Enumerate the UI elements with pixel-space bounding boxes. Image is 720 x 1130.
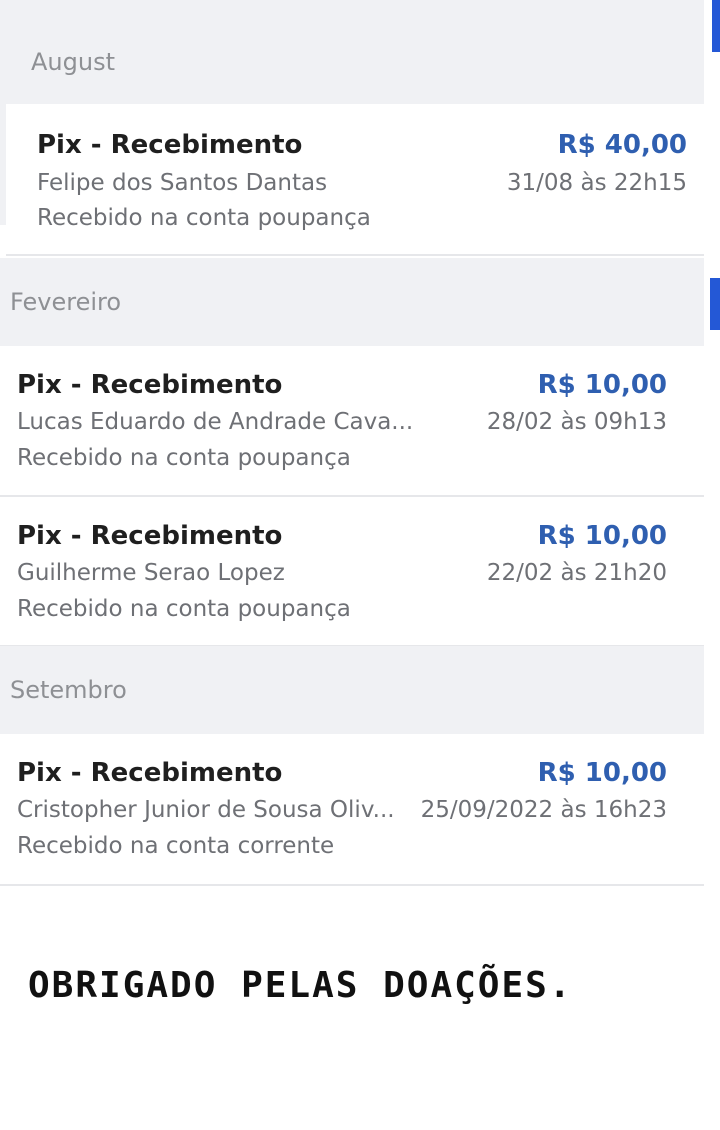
transaction-row[interactable]: Pix - Recebimento R$ 40,00 Felipe dos Sa… [6,104,704,256]
transaction-sender: Guilherme Serao Lopez [17,560,285,586]
section-header: Setembro [0,646,704,734]
transaction-sender: Lucas Eduardo de Andrade Cava... [17,409,414,435]
transaction-title: Pix - Recebimento [17,370,283,400]
transaction-date: 25/09/2022 às 16h23 [420,797,667,823]
section-setembro: Setembro Pix - Recebimento R$ 10,00 Cris… [0,646,704,886]
transaction-account: Recebido na conta poupança [17,445,351,471]
section-header: Fevereiro [0,258,704,346]
transaction-row[interactable]: Pix - Recebimento R$ 10,00 Cristopher Ju… [0,734,704,886]
section-header-label: August [31,48,115,76]
transaction-date: 28/02 às 09h13 [486,409,667,435]
transaction-row[interactable]: Pix - Recebimento R$ 10,00 Lucas Eduardo… [0,346,704,497]
transaction-title: Pix - Recebimento [17,521,283,551]
transaction-sender: Felipe dos Santos Dantas [37,170,328,196]
section-header: August [6,0,704,104]
transaction-amount: R$ 10,00 [537,370,667,400]
section-header-label: Fevereiro [10,288,122,316]
scroll-accent-top [712,0,720,52]
section-fevereiro: Fevereiro Pix - Recebimento R$ 10,00 Luc… [0,258,704,647]
transaction-date: 31/08 às 22h15 [506,170,687,196]
transaction-account: Recebido na conta poupança [17,596,351,622]
transaction-amount: R$ 40,00 [557,130,687,160]
transaction-title: Pix - Recebimento [17,758,283,788]
thank-you-note: Obrigado pelas doações. [28,965,573,1006]
transaction-amount: R$ 10,00 [537,758,667,788]
transaction-account: Recebido na conta corrente [17,833,335,859]
section-header-label: Setembro [10,676,127,704]
section-august: August Pix - Recebimento R$ 40,00 Felipe… [6,0,704,256]
transaction-row[interactable]: Pix - Recebimento R$ 10,00 Guilherme Ser… [0,497,704,647]
transaction-account: Recebido na conta poupança [37,205,371,231]
transaction-date: 22/02 às 21h20 [486,560,667,586]
scroll-accent-middle [710,278,720,330]
transaction-sender: Cristopher Junior de Sousa Oliv... [17,797,395,823]
transaction-amount: R$ 10,00 [537,521,667,551]
transaction-title: Pix - Recebimento [37,130,303,160]
